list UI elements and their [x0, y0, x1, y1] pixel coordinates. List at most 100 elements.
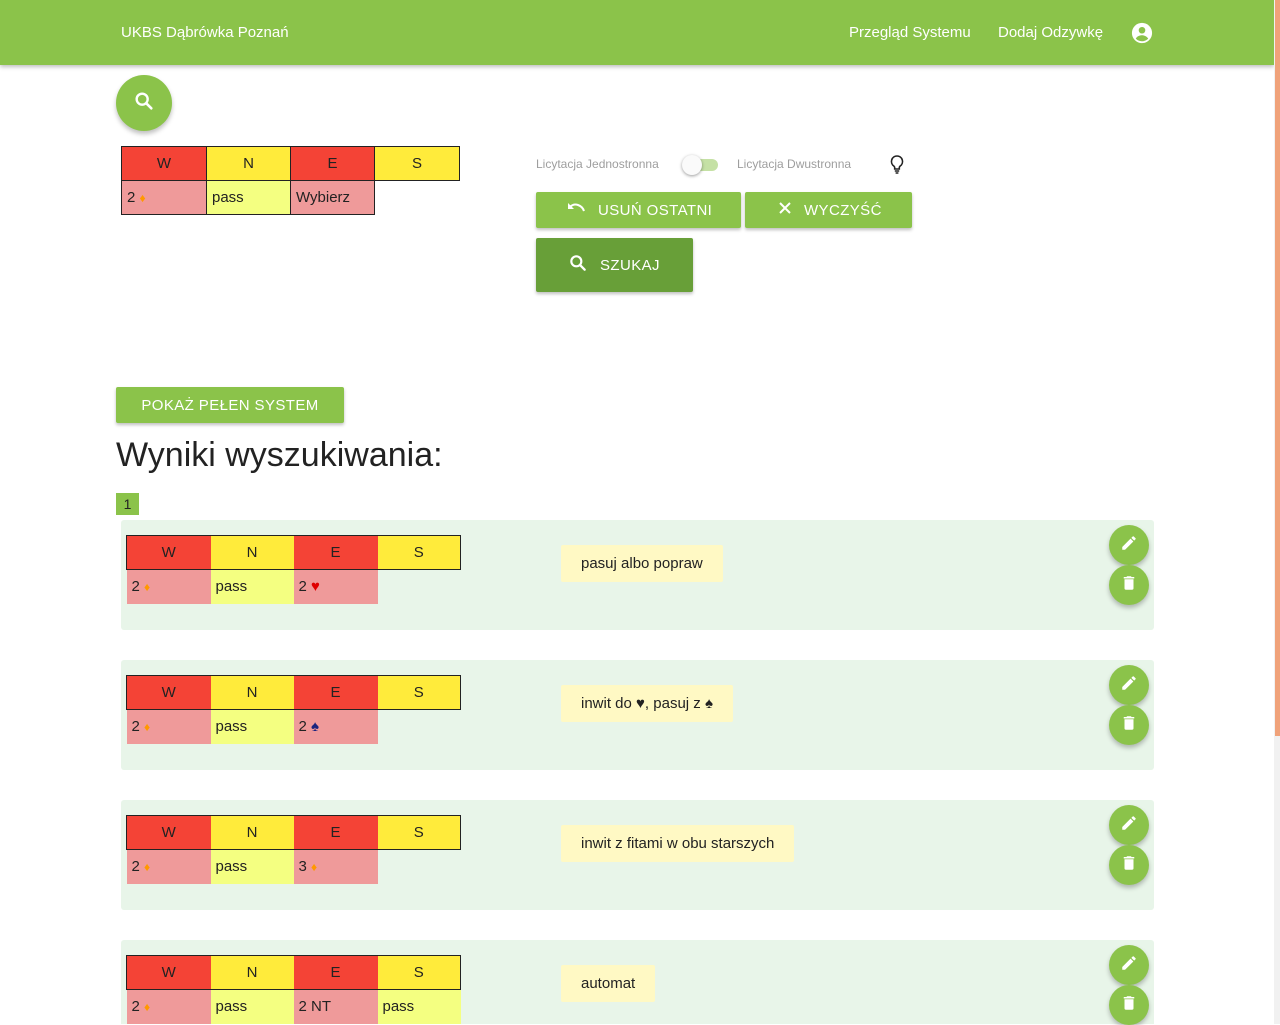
nav-add-bid[interactable]: Dodaj Odzywkę [998, 24, 1103, 41]
bid-header-s: S [377, 675, 461, 710]
pencil-icon [1120, 674, 1138, 697]
bid-header-e: E [293, 675, 378, 710]
bid-cell-empty [375, 181, 460, 215]
diamond-icon: ♦ [311, 860, 318, 875]
bid-header-s: S [377, 535, 461, 570]
bid-header-s: S [377, 815, 461, 850]
trash-icon [1120, 854, 1138, 877]
app-bar: UKBS Dąbrówka Poznań Przegląd Systemu Do… [0, 0, 1274, 65]
bid-value: pass [215, 998, 248, 1016]
search-icon [133, 90, 155, 117]
bid-header-n: N [210, 675, 294, 710]
bid-value: pass [382, 998, 415, 1016]
bid-value: 2 [127, 189, 136, 206]
pagination-page[interactable]: 1 [116, 493, 139, 515]
page-scrollbar[interactable] [1274, 0, 1280, 1024]
trash-icon [1120, 574, 1138, 597]
bid-value: pass [215, 858, 248, 876]
diamond-icon: ♦ [144, 1000, 151, 1015]
bid-cell-n: pass [210, 849, 294, 884]
result-bidding-table: W N E S 2 ♦ pass 2 ♠ [126, 675, 461, 744]
bid-header-w: W [126, 815, 211, 850]
heart-icon: ♥ [311, 578, 320, 596]
bid-cell-s [378, 850, 461, 884]
bid-cell-w: 2 ♦ [126, 709, 211, 744]
bid-value: pass [212, 189, 244, 206]
bid-cell-n: pass [210, 569, 294, 604]
spade-icon: ♠ [311, 718, 319, 736]
show-full-system-button[interactable]: Pokaż pełen system [116, 387, 344, 423]
bid-header-w: W [126, 955, 211, 990]
bid-cell-s [378, 570, 461, 604]
bid-header-n: N [206, 146, 291, 181]
bid-value: 2 NT [298, 998, 332, 1016]
search-icon [568, 253, 600, 277]
search-fab[interactable] [116, 75, 172, 131]
bid-cell-w[interactable]: 2 ♦ [121, 180, 207, 215]
bid-header-e: E [290, 146, 375, 181]
bid-cell-e: 2 NT [293, 989, 378, 1024]
bid-cell-n: pass [210, 709, 294, 744]
undo-label: Usuń ostatni [598, 201, 713, 219]
bid-value: 2 [131, 718, 140, 736]
bid-cell-w: 2 ♦ [126, 989, 211, 1024]
bid-header-n: N [210, 955, 294, 990]
pencil-icon [1120, 814, 1138, 837]
undo-last-button[interactable]: Usuń ostatni [536, 192, 741, 228]
edit-button[interactable] [1109, 665, 1149, 705]
bid-cell-n: pass [210, 989, 294, 1024]
delete-button[interactable] [1109, 565, 1149, 605]
bid-cell-n[interactable]: pass [206, 180, 291, 215]
bid-value: 3 [298, 858, 307, 876]
bid-header-n: N [210, 535, 294, 570]
bid-value: 2 [131, 998, 140, 1016]
bid-value: pass [215, 718, 248, 736]
result-card: W N E S 2 ♦ pass 2 NT pass automat [121, 940, 1154, 1025]
bid-cell-e-select[interactable]: Wybierz [290, 180, 375, 215]
diamond-icon: ♦ [144, 720, 151, 735]
search-label: Szukaj [600, 256, 660, 274]
results-heading: Wyniki wyszukiwania: [116, 436, 443, 474]
result-bidding-table: W N E S 2 ♦ pass 2 NT pass [126, 955, 461, 1024]
delete-button[interactable] [1109, 705, 1149, 745]
bid-header-w: W [126, 675, 211, 710]
clear-button[interactable]: Wyczyść [745, 192, 912, 228]
bid-header-e: E [293, 535, 378, 570]
show-full-system-label: Pokaż pełen system [141, 396, 319, 414]
bidding-mode-toggle[interactable] [682, 155, 718, 175]
bid-header-e: E [293, 955, 378, 990]
bidding-table: W N E S 2 ♦ pass Wybierz [121, 146, 460, 215]
delete-button[interactable] [1109, 845, 1149, 885]
close-icon [778, 201, 804, 219]
scrollbar-thumb[interactable] [1275, 0, 1280, 736]
pencil-icon [1120, 954, 1138, 977]
pencil-icon [1120, 534, 1138, 557]
delete-button[interactable] [1109, 985, 1149, 1025]
result-card: W N E S 2 ♦ pass 2 ♥ pasuj albo popraw [121, 520, 1154, 630]
diamond-icon: ♦ [144, 580, 151, 595]
account-icon[interactable] [1131, 22, 1153, 44]
result-bidding-table: W N E S 2 ♦ pass 2 ♥ [126, 535, 461, 604]
edit-button[interactable] [1109, 805, 1149, 845]
trash-icon [1120, 714, 1138, 737]
undo-icon [566, 201, 598, 219]
lightbulb-icon[interactable] [888, 154, 906, 174]
result-card: W N E S 2 ♦ pass 3 ♦ inwit z fitami w ob… [121, 800, 1154, 910]
bid-value: 2 [131, 578, 140, 596]
search-button[interactable]: Szukaj [536, 238, 693, 292]
nav-system-overview[interactable]: Przegląd Systemu [849, 24, 971, 41]
diamond-icon: ♦ [139, 191, 146, 205]
app-title[interactable]: UKBS Dąbrówka Poznań [121, 24, 289, 41]
bid-header-s: S [374, 146, 460, 181]
result-bidding-table: W N E S 2 ♦ pass 3 ♦ [126, 815, 461, 884]
bid-value: 2 [298, 578, 307, 596]
bid-cell-w: 2 ♦ [126, 849, 211, 884]
clear-label: Wyczyść [804, 201, 882, 219]
edit-button[interactable] [1109, 525, 1149, 565]
bid-description: inwit z fitami w obu starszych [561, 825, 795, 862]
edit-button[interactable] [1109, 945, 1149, 985]
bid-description: pasuj albo popraw [561, 545, 723, 582]
bid-cell-e: 3 ♦ [293, 849, 378, 884]
bid-header-w: W [126, 535, 211, 570]
bid-value: 2 [298, 718, 307, 736]
